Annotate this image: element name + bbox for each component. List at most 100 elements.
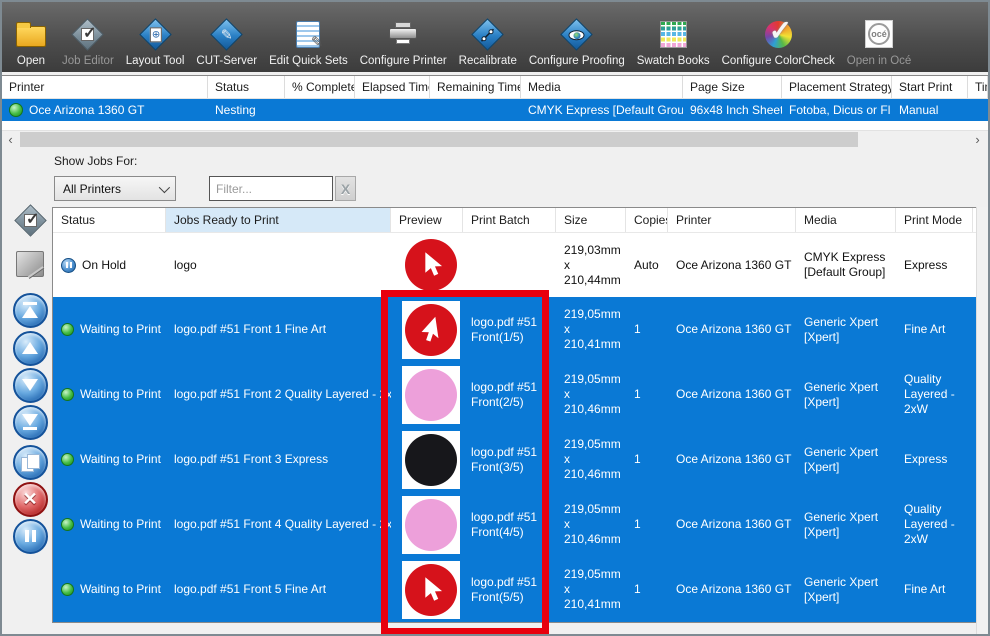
- waiting-green-icon: [61, 518, 74, 531]
- job-actions-sidebar: ✕: [8, 202, 52, 554]
- printer-status-green-icon: [9, 103, 23, 117]
- col-header-elapsed-time[interactable]: Elapsed Time: [355, 76, 430, 98]
- toolbar-label: Recalibrate: [459, 55, 517, 67]
- job-row-front-4[interactable]: Waiting to Print logo.pdf #51 Front 4 Qu…: [53, 492, 979, 557]
- toolbar-recalibrate-button[interactable]: Recalibrate: [454, 16, 522, 67]
- cursor-arrow-icon: [414, 573, 448, 607]
- open-job-editor-icon: [11, 202, 49, 238]
- col-header-copies[interactable]: Copies: [626, 208, 668, 232]
- job-name-cell: logo.pdf #51 Front 4 Quality Layered - 2…: [166, 517, 391, 532]
- job-printer-cell: Oce Arizona 1360 GT: [668, 582, 796, 597]
- scroll-left-arrow-icon[interactable]: ‹: [2, 131, 19, 148]
- toolbar-label: Swatch Books: [637, 55, 710, 67]
- toolbar-edit-quick-sets-button[interactable]: Edit Quick Sets: [264, 16, 353, 67]
- col-header-start-print[interactable]: Start Print: [892, 76, 968, 98]
- job-batch-cell: logo.pdf #51 Front(3/5): [463, 445, 556, 475]
- jobs-table-header: Status Jobs Ready to Print Preview Print…: [53, 208, 979, 233]
- job-mode-cell: Express: [896, 452, 973, 467]
- clear-filter-button[interactable]: X: [335, 176, 356, 201]
- job-row-front-3[interactable]: Waiting to Print logo.pdf #51 Front 3 Ex…: [53, 427, 979, 492]
- on-hold-pause-icon: [61, 258, 76, 273]
- col-header-time[interactable]: Time: [968, 76, 988, 98]
- job-row-front-2[interactable]: Waiting to Print logo.pdf #51 Front 2 Qu…: [53, 362, 979, 427]
- toolbar-configure-proofing-button[interactable]: Configure Proofing: [524, 16, 630, 67]
- hold-job-button[interactable]: [11, 518, 49, 554]
- col-header-status[interactable]: Status: [208, 76, 285, 98]
- job-preview-cell[interactable]: [391, 496, 463, 554]
- printer-filter-value: All Printers: [63, 182, 121, 196]
- job-media-cell: CMYK Express [Default Group]: [796, 250, 896, 280]
- job-batch-cell: logo.pdf #51 Front(1/5): [463, 315, 556, 345]
- configure-proofing-icon: [558, 16, 596, 52]
- job-filter-input[interactable]: [209, 176, 333, 201]
- job-preview-cell[interactable]: [391, 431, 463, 489]
- printer-table-header: Printer Status % Complete Elapsed Time R…: [2, 76, 988, 99]
- delete-job-button[interactable]: ✕: [11, 481, 49, 517]
- duplicate-job-button[interactable]: [11, 444, 49, 480]
- configure-printer-icon: [384, 16, 422, 52]
- printer-horizontal-scrollbar[interactable]: ‹ ›: [2, 130, 988, 147]
- col-header-placement-strategy[interactable]: Placement Strategy: [782, 76, 892, 98]
- col-header-print-mode[interactable]: Print Mode: [896, 208, 973, 232]
- col-header-media[interactable]: Media: [521, 76, 683, 98]
- col-header-jobs-ready-to-print[interactable]: Jobs Ready to Print: [166, 208, 391, 232]
- job-batch-cell: logo.pdf #51 Front(4/5): [463, 510, 556, 540]
- job-preview-cell[interactable]: [391, 236, 463, 294]
- col-header-status[interactable]: Status: [53, 208, 166, 232]
- job-media-cell: Generic Xpert [Xpert]: [796, 575, 896, 605]
- job-copies-cell: 1: [626, 322, 668, 337]
- col-header-media[interactable]: Media: [796, 208, 896, 232]
- job-size-cell: 219,05mm x 210,46mm: [556, 502, 626, 547]
- job-status-cell: Waiting to Print: [53, 322, 166, 337]
- job-size-cell: 219,05mm x 210,46mm: [556, 372, 626, 417]
- col-header-page-size[interactable]: Page Size: [683, 76, 782, 98]
- waiting-green-icon: [61, 388, 74, 401]
- job-status-cell: Waiting to Print: [53, 452, 166, 467]
- col-header-printer[interactable]: Printer: [668, 208, 796, 232]
- move-job-down-button[interactable]: [11, 367, 49, 403]
- chevron-down-icon: [159, 181, 170, 192]
- job-mode-cell: Fine Art: [896, 322, 973, 337]
- col-header-printer[interactable]: Printer: [2, 76, 208, 98]
- printer-placement-cell: Fotoba, Dicus or Fl…: [782, 103, 892, 117]
- cut-server-icon: ✎: [208, 16, 246, 52]
- job-batch-cell: logo.pdf #51 Front(5/5): [463, 575, 556, 605]
- job-row-front-5[interactable]: Waiting to Print logo.pdf #51 Front 5 Fi…: [53, 557, 979, 622]
- job-row-logo[interactable]: On Hold logo 219,03mm x 210,44mm Auto Oc…: [53, 233, 979, 297]
- jobs-vertical-scrollbar[interactable]: [976, 207, 988, 636]
- printer-row-oce-arizona[interactable]: Oce Arizona 1360 GT Nesting CMYK Express…: [2, 99, 988, 121]
- toolbar-swatch-books-button[interactable]: Swatch Books: [632, 16, 715, 67]
- horizontal-scroll-thumb[interactable]: [20, 132, 858, 147]
- waiting-green-icon: [61, 583, 74, 596]
- job-media-cell: Generic Xpert [Xpert]: [796, 445, 896, 475]
- toolbar-cut-server-button[interactable]: ✎ CUT-Server: [191, 16, 262, 67]
- toolbar-configure-colorcheck-button[interactable]: Configure ColorCheck: [717, 16, 840, 67]
- preview-red-cursor-thumbnail: [405, 304, 457, 356]
- move-job-to-bottom-button[interactable]: [11, 404, 49, 440]
- job-preview-cell[interactable]: [391, 561, 463, 619]
- waiting-green-icon: [61, 453, 74, 466]
- job-size-cell: 219,03mm x 210,44mm: [556, 243, 626, 288]
- col-header-remaining-time[interactable]: Remaining Time: [430, 76, 521, 98]
- job-preview-cell[interactable]: [391, 301, 463, 359]
- col-header-percent-complete[interactable]: % Complete: [285, 76, 355, 98]
- printer-page-size-cell: 96x48 Inch Sheet: [683, 103, 782, 117]
- job-copies-cell: 1: [626, 387, 668, 402]
- job-name-cell: logo.pdf #51 Front 5 Fine Art: [166, 582, 391, 597]
- scroll-right-arrow-icon[interactable]: ›: [969, 131, 986, 148]
- move-job-to-top-button[interactable]: [11, 292, 49, 328]
- col-header-print-batch[interactable]: Print Batch: [463, 208, 556, 232]
- printer-filter-dropdown[interactable]: All Printers: [54, 176, 176, 201]
- job-size-cell: 219,05mm x 210,46mm: [556, 437, 626, 482]
- col-header-size[interactable]: Size: [556, 208, 626, 232]
- toolbar-configure-printer-button[interactable]: Configure Printer: [355, 16, 452, 67]
- job-name-cell: logo: [166, 258, 391, 273]
- move-job-up-button[interactable]: [11, 330, 49, 366]
- job-row-front-1[interactable]: Waiting to Print logo.pdf #51 Front 1 Fi…: [53, 297, 979, 362]
- job-preview-cell[interactable]: [391, 366, 463, 424]
- toolbar-layout-tool-button[interactable]: Layout Tool: [121, 16, 190, 67]
- toolbar-open-button[interactable]: Open: [7, 16, 55, 67]
- col-header-preview[interactable]: Preview: [391, 208, 463, 232]
- job-media-cell: Generic Xpert [Xpert]: [796, 510, 896, 540]
- job-name-cell: logo.pdf #51 Front 2 Quality Layered - 2…: [166, 387, 391, 402]
